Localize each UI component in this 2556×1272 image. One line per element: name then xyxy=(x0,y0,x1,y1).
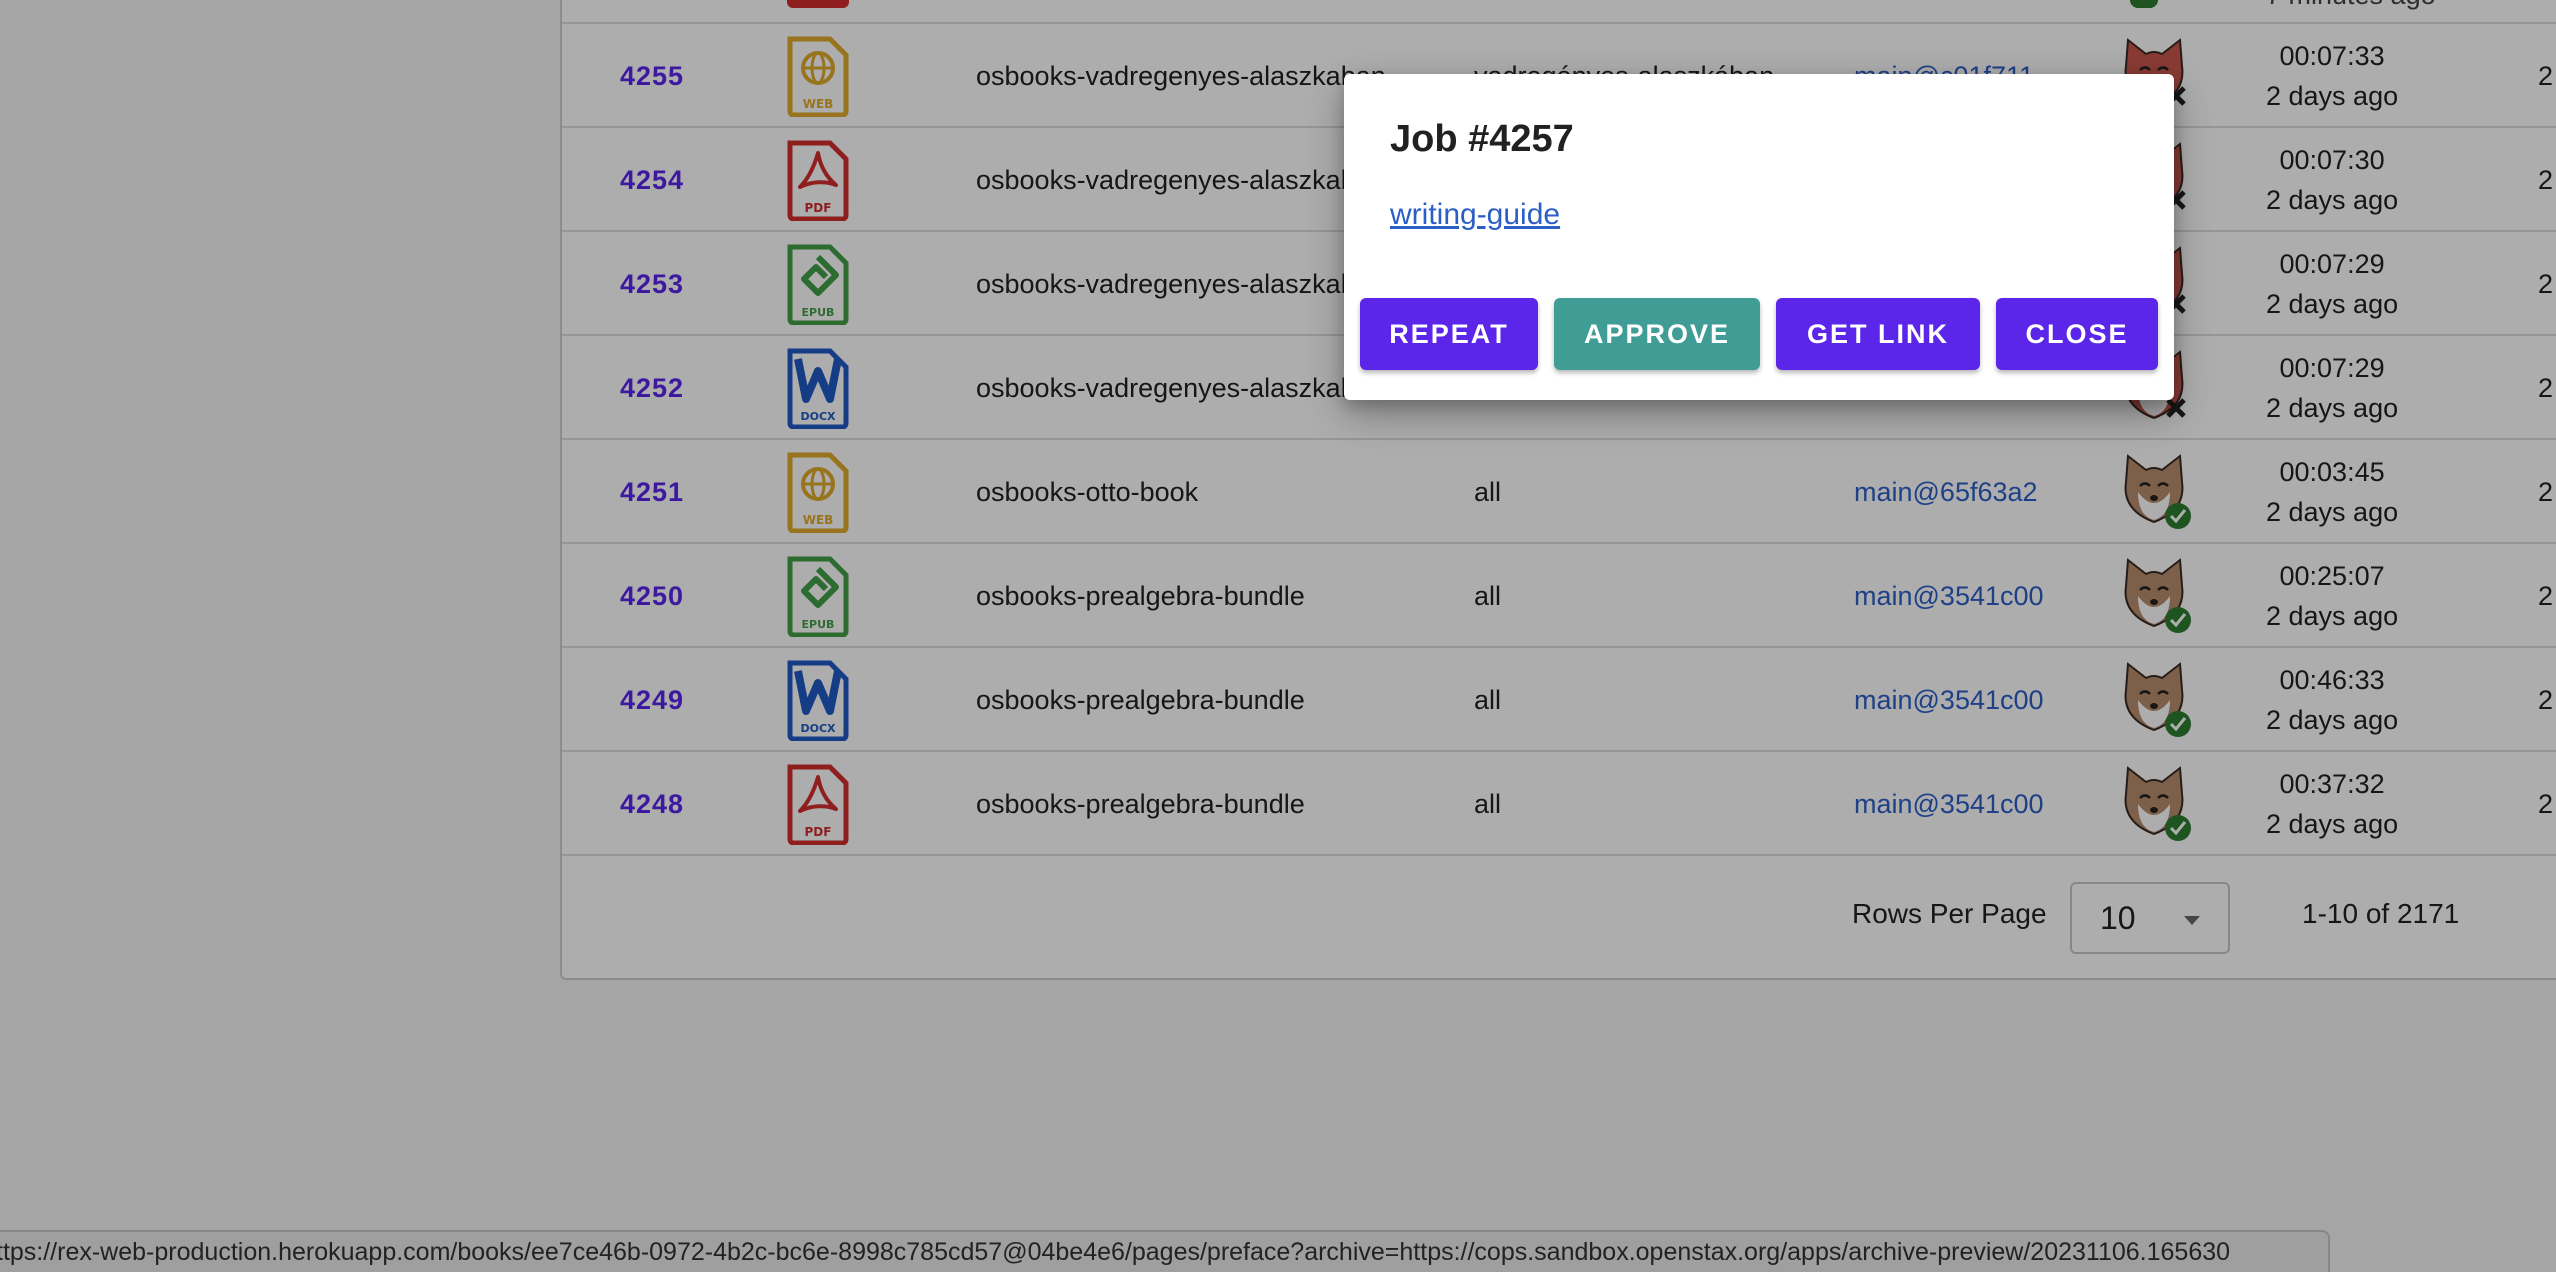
close-button[interactable]: CLOSE xyxy=(1996,298,2158,370)
dialog-title: Job #4257 xyxy=(1390,118,1574,160)
job-dialog: Job #4257 writing-guide REPEAT APPROVE G… xyxy=(1344,74,2174,400)
repeat-button[interactable]: REPEAT xyxy=(1360,298,1538,370)
approve-button[interactable]: APPROVE xyxy=(1554,298,1760,370)
book-link[interactable]: writing-guide xyxy=(1390,198,1560,232)
get-link-button[interactable]: GET LINK xyxy=(1776,298,1980,370)
